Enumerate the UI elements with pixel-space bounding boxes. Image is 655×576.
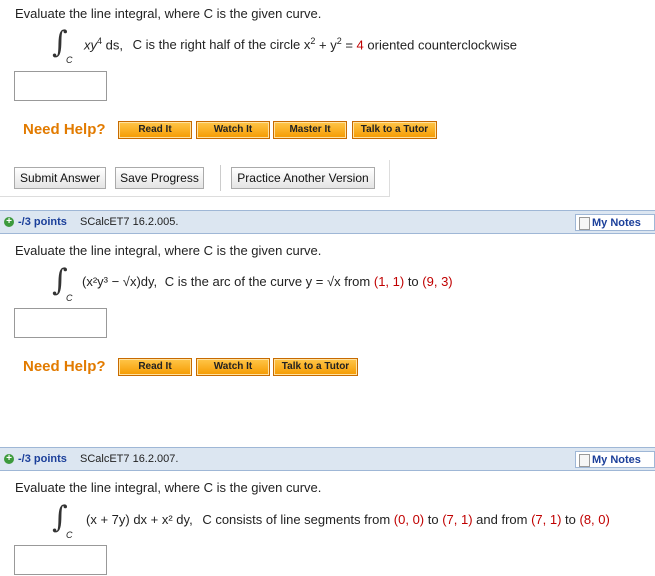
q3-integrand: (x + 7y) dx + x² dy, [86,512,193,527]
q2-talk-to-tutor-button[interactable]: Talk to a Tutor [273,358,358,376]
integral-sign: ∫ [52,263,68,298]
q1-integrand: xy [84,37,97,53]
q3-my-notes-button[interactable]: My Notes [575,451,655,468]
q2-condition: C is the arc of the curve y = √x from [164,274,374,289]
save-progress-button[interactable]: Save Progress [115,167,204,189]
q1-prompt: Evaluate the line integral, where C is t… [15,6,322,21]
q2-integrand: (x²y³ − √x)dy, [82,274,158,289]
q1-radius: 4 [356,37,364,53]
q2-answer-input[interactable] [14,308,107,338]
q3-header: + -/3 points SCalcET7 16.2.007. My Notes [0,447,655,471]
q2-prompt: Evaluate the line integral, where C is t… [15,243,322,258]
q2-equation: (x²y³ − √x)dy, C is the arc of the curve… [82,274,453,289]
q2-need-help-label: Need Help? [23,358,106,375]
q1-condition: C is the right half of the circle x [132,37,311,53]
q2-header: + -/3 points SCalcET7 16.2.005. My Notes [0,210,655,234]
q3-condition: C consists of line segments from [202,512,394,527]
integral-sign: ∫ [52,500,68,535]
expand-icon[interactable]: + [4,454,14,464]
q1-talk-to-tutor-button[interactable]: Talk to a Tutor [352,121,437,139]
notes-icon [579,217,590,230]
integral-subscript: C [66,530,73,540]
q3-points: -/3 points [18,453,67,465]
notes-icon [579,454,590,467]
q2-read-it-button[interactable]: Read It [118,358,192,376]
q1-master-it-button[interactable]: Master It [273,121,347,139]
q2-my-notes-button[interactable]: My Notes [575,214,655,231]
q2-watch-it-button[interactable]: Watch It [196,358,270,376]
q3-code: SCalcET7 16.2.007. [80,453,179,465]
q1-watch-it-button[interactable]: Watch It [196,121,270,139]
q1-need-help-label: Need Help? [23,121,106,138]
q3-equation: (x + 7y) dx + x² dy, C consists of line … [86,512,610,527]
integral-subscript: C [66,293,73,303]
button-divider [220,165,221,191]
q1-equation: xy4 ds, C is the right half of the circl… [84,36,517,53]
actions-right-rule [389,160,390,197]
q1-read-it-button[interactable]: Read It [118,121,192,139]
submit-answer-button[interactable]: Submit Answer [14,167,106,189]
expand-icon[interactable]: + [4,217,14,227]
q3-prompt: Evaluate the line integral, where C is t… [15,480,322,495]
q2-code: SCalcET7 16.2.005. [80,216,179,228]
integral-sign: ∫ [52,25,68,60]
integral-subscript: C [66,55,73,65]
practice-another-version-button[interactable]: Practice Another Version [231,167,375,189]
q1-answer-input[interactable] [14,71,107,101]
actions-bottom-rule [0,196,390,197]
q3-answer-input[interactable] [14,545,107,575]
q2-points: -/3 points [18,216,67,228]
